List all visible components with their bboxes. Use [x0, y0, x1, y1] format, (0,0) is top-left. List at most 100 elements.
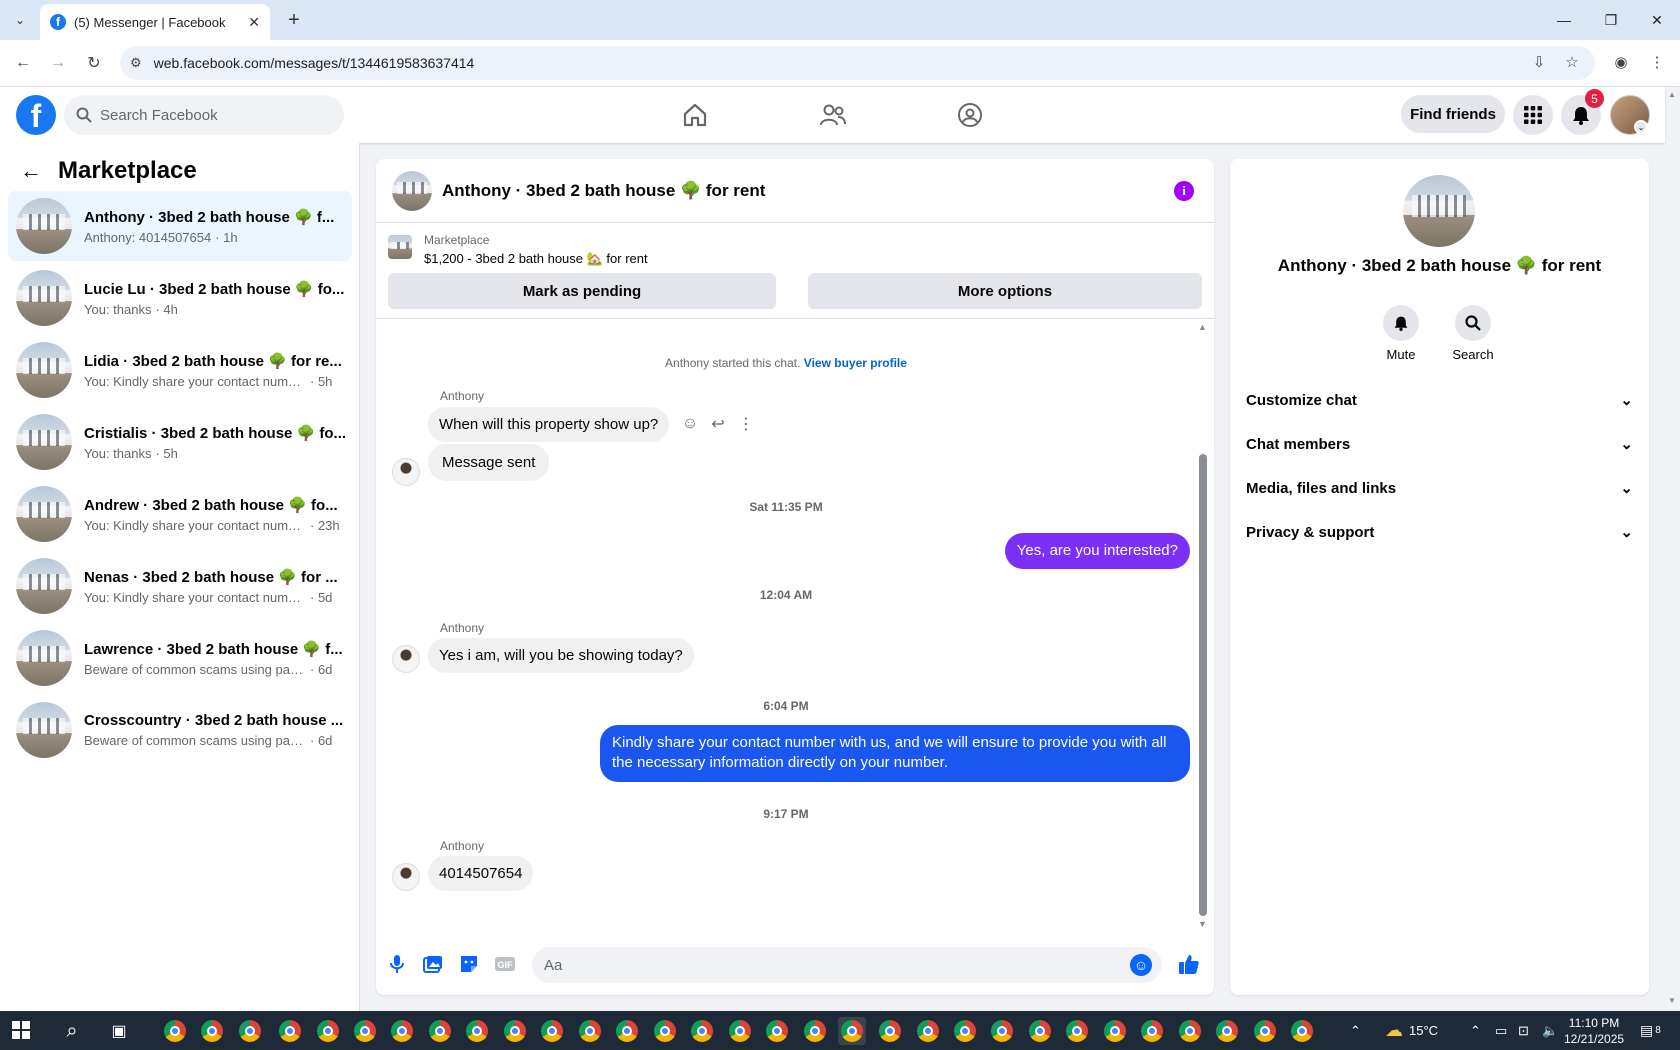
chrome-taskbar-icon[interactable]	[763, 1017, 791, 1045]
search-in-chat-button[interactable]: Search	[1443, 305, 1503, 362]
chrome-taskbar-icon[interactable]	[1288, 1017, 1316, 1045]
customize-chat-section[interactable]: Customize chat ⌄	[1246, 380, 1633, 420]
chrome-taskbar-icon[interactable]	[463, 1017, 491, 1045]
site-info-icon[interactable]: ⚙	[130, 55, 142, 71]
new-tab-icon[interactable]: +	[282, 8, 306, 32]
bookmark-star-icon[interactable]: ☆	[1560, 50, 1584, 74]
incoming-message[interactable]: When will this property show up?	[428, 407, 670, 442]
listing-detail[interactable]: $1,200 - 3bed 2 bath house 🏡 for rent	[424, 251, 648, 267]
facebook-logo-icon[interactable]: f	[16, 95, 56, 135]
chrome-taskbar-icon[interactable]	[426, 1017, 454, 1045]
sender-avatar[interactable]	[392, 863, 420, 891]
sender-avatar[interactable]	[392, 458, 420, 486]
forward-icon[interactable]: →	[45, 50, 71, 76]
message-input-box[interactable]: ☺	[532, 947, 1162, 983]
tray-overflow-icon[interactable]: ⌃	[1470, 1011, 1481, 1050]
close-window-icon[interactable]: ✕	[1643, 6, 1671, 34]
chrome-taskbar-icon[interactable]	[914, 1017, 942, 1045]
firefox-taskbar-icon[interactable]	[236, 1017, 264, 1045]
page-scroll-down-icon[interactable]: ▼	[1668, 996, 1676, 1005]
listing-thumbnail[interactable]	[388, 235, 412, 259]
conversation-item[interactable]: Cristialis · 3bed 2 bath house 🌳 fo... Yo…	[8, 407, 352, 477]
scroll-up-arrow-icon[interactable]: ▲	[1198, 322, 1207, 332]
facebook-search[interactable]	[64, 95, 344, 135]
menu-kebab-icon[interactable]: ⋮	[1645, 50, 1669, 74]
photo-icon[interactable]	[420, 951, 446, 977]
mute-button[interactable]: Mute	[1371, 305, 1431, 362]
incoming-message[interactable]: Message sent	[428, 444, 550, 481]
scroll-down-arrow-icon[interactable]: ▼	[1198, 919, 1207, 929]
gif-icon[interactable]: GIF	[492, 951, 518, 977]
chat-scrollbar[interactable]	[1199, 454, 1207, 916]
groups-icon[interactable]	[950, 97, 990, 133]
chrome-taskbar-icon[interactable]	[538, 1017, 566, 1045]
chrome-taskbar-icon[interactable]	[1213, 1017, 1241, 1045]
network-icon[interactable]: ⊡	[1518, 1011, 1529, 1050]
conversation-item[interactable]: Lidia · 3bed 2 bath house 🌳 for re... You…	[8, 335, 352, 405]
account-chevron-icon[interactable]: ⌄	[1634, 120, 1648, 134]
chrome-taskbar-icon[interactable]	[651, 1017, 679, 1045]
close-tab-icon[interactable]: ✕	[248, 14, 260, 31]
privacy-support-section[interactable]: Privacy & support ⌄	[1246, 512, 1633, 552]
conversation-item[interactable]: Lucie Lu · 3bed 2 bath house 🌳 fo... You:…	[8, 263, 352, 333]
minimize-icon[interactable]: —	[1550, 6, 1578, 34]
chrome-taskbar-icon[interactable]	[1063, 1017, 1091, 1045]
chrome-taskbar-icon[interactable]	[388, 1017, 416, 1045]
chrome-taskbar-icon[interactable]	[198, 1017, 226, 1045]
more-options-button[interactable]: More options	[808, 273, 1202, 309]
volume-icon[interactable]: 🔈	[1542, 1011, 1558, 1050]
media-files-links-section[interactable]: Media, files and links ⌄	[1246, 468, 1633, 508]
more-actions-kebab-icon[interactable]: ⋮	[734, 412, 758, 436]
address-bar[interactable]: ⚙ web.facebook.com/messages/t/1344619583…	[120, 46, 1595, 80]
chrome-taskbar-icon[interactable]	[501, 1017, 529, 1045]
incoming-message[interactable]: 4014507654	[428, 856, 534, 891]
view-buyer-profile-link[interactable]: View buyer profile	[804, 356, 907, 370]
chrome-taskbar-icon[interactable]	[1251, 1017, 1279, 1045]
chrome-taskbar-icon[interactable]	[1101, 1017, 1129, 1045]
home-icon[interactable]	[675, 97, 715, 133]
chat-title[interactable]: Anthony · 3bed 2 bath house 🌳 for rent	[442, 181, 765, 201]
chrome-taskbar-icon[interactable]	[726, 1017, 754, 1045]
taskbar-search-icon[interactable]: ⌕	[58, 1017, 86, 1045]
back-icon[interactable]: ←	[10, 50, 36, 76]
chrome-taskbar-icon[interactable]	[1138, 1017, 1166, 1045]
chrome-taskbar-icon[interactable]	[276, 1017, 304, 1045]
chrome-taskbar-icon[interactable]	[161, 1017, 189, 1045]
page-scroll-up-icon[interactable]: ▲	[1668, 90, 1676, 99]
browser-tab[interactable]: f (5) Messenger | Facebook ✕	[40, 4, 270, 40]
emoji-icon[interactable]: ☺	[1130, 954, 1152, 976]
conversation-item[interactable]: Andrew · 3bed 2 bath house 🌳 fo... You: K…	[8, 479, 352, 549]
profile-icon[interactable]: ◉	[1609, 50, 1633, 74]
reload-icon[interactable]: ↻	[81, 50, 107, 76]
friends-icon[interactable]	[813, 97, 853, 133]
incoming-message[interactable]: Yes i am, will you be showing today?	[428, 638, 694, 673]
taskbar-show-more-icon[interactable]: ⌃	[1350, 1011, 1361, 1050]
chat-avatar[interactable]	[392, 170, 432, 211]
chrome-taskbar-icon[interactable]	[1026, 1017, 1054, 1045]
chrome-taskbar-icon[interactable]	[688, 1017, 716, 1045]
windows-start-icon[interactable]	[12, 1021, 30, 1039]
chat-members-section[interactable]: Chat members ⌄	[1246, 424, 1633, 464]
menu-grid-icon[interactable]	[1513, 95, 1553, 135]
react-smiley-icon[interactable]: ☺	[678, 412, 702, 436]
chrome-taskbar-icon[interactable]	[838, 1017, 866, 1045]
chat-photo[interactable]	[1403, 175, 1475, 247]
conversation-item[interactable]: Nenas · 3bed 2 bath house 🌳 for ... You: …	[8, 551, 352, 621]
conversation-item[interactable]: Lawrence · 3bed 2 bath house 🌳 f... Bewar…	[8, 623, 352, 693]
find-friends-button[interactable]: Find friends	[1401, 95, 1505, 133]
back-arrow-icon[interactable]: ←	[20, 158, 42, 184]
chrome-taskbar-icon[interactable]	[951, 1017, 979, 1045]
action-center-icon[interactable]: ▤ 8	[1640, 1011, 1661, 1050]
conversation-item[interactable]: Crosscountry · 3bed 2 bath house ... Bewa…	[8, 695, 352, 765]
chrome-taskbar-icon[interactable]	[314, 1017, 342, 1045]
chrome-taskbar-icon[interactable]	[613, 1017, 641, 1045]
mark-as-pending-button[interactable]: Mark as pending	[388, 273, 776, 309]
chrome-taskbar-icon[interactable]	[1176, 1017, 1204, 1045]
microphone-icon[interactable]	[384, 951, 410, 977]
restore-icon[interactable]: ❐	[1597, 6, 1625, 34]
info-icon[interactable]: i	[1174, 181, 1194, 201]
system-clock[interactable]: 11:10 PM 12/21/2025	[1564, 1015, 1624, 1047]
chrome-taskbar-icon[interactable]	[351, 1017, 379, 1045]
tab-search-chevron-icon[interactable]: ⌄	[8, 8, 32, 32]
message-input[interactable]	[544, 956, 1104, 974]
